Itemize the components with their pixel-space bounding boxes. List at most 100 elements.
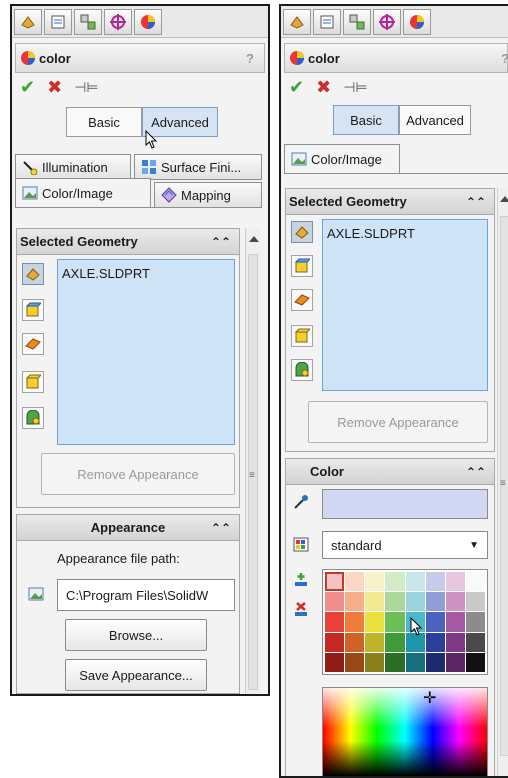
- scroll-up-arrow-icon[interactable]: [249, 236, 259, 242]
- color-swatch[interactable]: [365, 592, 385, 612]
- select-part-button[interactable]: [291, 221, 313, 243]
- color-swatch[interactable]: [445, 652, 465, 672]
- scroll-up-arrow-icon[interactable]: [500, 196, 508, 202]
- select-features-button[interactable]: [291, 359, 313, 381]
- vertical-scrollbar[interactable]: ≡: [245, 228, 261, 694]
- color-swatch[interactable]: [385, 612, 405, 632]
- color-swatch[interactable]: [345, 612, 365, 632]
- selected-geometry-header[interactable]: Selected Geometry ⌃⌃: [286, 189, 494, 215]
- color-swatch[interactable]: [425, 652, 445, 672]
- select-bodies-button[interactable]: [22, 371, 44, 393]
- dimxpert-manager-tab[interactable]: [104, 8, 132, 35]
- select-faces-button[interactable]: [22, 299, 44, 321]
- collapse-chevron-icon[interactable]: ⌃⌃: [466, 195, 486, 209]
- remove-swatch-icon[interactable]: [290, 599, 312, 621]
- list-item[interactable]: AXLE.SLDPRT: [327, 226, 415, 241]
- cancel-x-icon[interactable]: ✖: [47, 77, 62, 98]
- color-value-field[interactable]: [322, 489, 488, 519]
- collapse-chevron-icon[interactable]: ⌃⌃: [466, 465, 486, 479]
- color-swatch[interactable]: [405, 572, 425, 592]
- color-swatch[interactable]: [405, 652, 425, 672]
- tab-surface-finish[interactable]: Surface Fini...: [134, 154, 262, 180]
- remove-appearance-button[interactable]: Remove Appearance: [308, 401, 488, 443]
- help-button[interactable]: ?: [246, 51, 254, 66]
- add-swatch-icon[interactable]: [290, 569, 312, 591]
- color-swatch[interactable]: [325, 652, 345, 672]
- appearance-path-field[interactable]: C:\Program Files\SolidW: [57, 579, 235, 611]
- color-swatch[interactable]: [425, 572, 445, 592]
- collapse-chevron-icon[interactable]: ⌃⌃: [211, 521, 231, 535]
- color-swatch[interactable]: [445, 632, 465, 652]
- ok-check-icon[interactable]: ✔: [20, 77, 35, 98]
- color-swatch[interactable]: [385, 652, 405, 672]
- color-swatch[interactable]: [345, 652, 365, 672]
- save-appearance-button[interactable]: Save Appearance...: [65, 659, 207, 691]
- tab-color-image[interactable]: Color/Image: [284, 144, 400, 174]
- color-swatch[interactable]: [465, 592, 485, 612]
- color-swatch[interactable]: [365, 632, 385, 652]
- select-features-button[interactable]: [22, 407, 44, 429]
- color-swatch[interactable]: [465, 632, 485, 652]
- ok-check-icon[interactable]: ✔: [289, 77, 304, 98]
- color-header[interactable]: Color ⌃⌃: [286, 459, 494, 485]
- spectrum-crosshair-icon[interactable]: ✛: [423, 688, 436, 708]
- browse-button[interactable]: Browse...: [65, 619, 207, 651]
- color-swatch[interactable]: [325, 632, 345, 652]
- color-swatch[interactable]: [445, 612, 465, 632]
- basic-button[interactable]: Basic: [66, 107, 142, 137]
- select-surfaces-button[interactable]: [291, 289, 313, 311]
- color-swatch[interactable]: [385, 632, 405, 652]
- advanced-button[interactable]: Advanced: [399, 105, 471, 135]
- property-manager-tab[interactable]: [313, 8, 341, 35]
- display-manager-tab[interactable]: [134, 8, 162, 35]
- display-manager-tab[interactable]: [403, 8, 431, 35]
- configuration-manager-tab[interactable]: [343, 8, 371, 35]
- appearance-header[interactable]: Appearance ⌃⌃: [17, 515, 239, 541]
- tab-illumination[interactable]: Illumination: [15, 154, 131, 180]
- collapse-chevron-icon[interactable]: ⌃⌃: [211, 235, 231, 249]
- color-swatch[interactable]: [345, 592, 365, 612]
- vertical-scrollbar[interactable]: ≡: [497, 188, 508, 776]
- pushpin-icon[interactable]: ⊣⊨: [74, 79, 98, 96]
- pushpin-icon[interactable]: ⊣⊨: [343, 79, 367, 96]
- feature-manager-tab[interactable]: [283, 8, 311, 35]
- help-button[interactable]: ?: [501, 51, 508, 66]
- color-swatch[interactable]: [365, 572, 385, 592]
- feature-manager-tab[interactable]: [14, 8, 42, 35]
- select-surfaces-button[interactable]: [22, 333, 44, 355]
- color-swatch[interactable]: [345, 632, 365, 652]
- select-faces-button[interactable]: [291, 255, 313, 277]
- color-swatch[interactable]: [465, 572, 485, 592]
- color-swatch[interactable]: [385, 592, 405, 612]
- selected-geometry-header[interactable]: Selected Geometry ⌃⌃: [17, 229, 239, 255]
- color-swatch[interactable]: [445, 572, 465, 592]
- color-swatch[interactable]: [345, 572, 365, 592]
- color-swatch[interactable]: [405, 592, 425, 612]
- dimxpert-manager-tab[interactable]: [373, 8, 401, 35]
- configuration-manager-tab[interactable]: [74, 8, 102, 35]
- color-swatch[interactable]: [465, 612, 485, 632]
- color-swatch[interactable]: [325, 592, 345, 612]
- basic-button[interactable]: Basic: [333, 105, 399, 135]
- eyedropper-icon[interactable]: [290, 491, 312, 513]
- property-manager-tab[interactable]: [44, 8, 72, 35]
- selected-geometry-list[interactable]: AXLE.SLDPRT: [322, 219, 488, 391]
- tab-mapping[interactable]: Mapping: [154, 182, 262, 208]
- cancel-x-icon[interactable]: ✖: [316, 77, 331, 98]
- color-swatch[interactable]: [325, 572, 345, 592]
- tab-color-image[interactable]: Color/Image: [15, 178, 151, 208]
- selected-geometry-list[interactable]: AXLE.SLDPRT: [57, 259, 235, 445]
- color-swatch[interactable]: [365, 652, 385, 672]
- color-swatch[interactable]: [365, 612, 385, 632]
- select-bodies-button[interactable]: [291, 325, 313, 347]
- color-swatch[interactable]: [445, 592, 465, 612]
- remove-appearance-button[interactable]: Remove Appearance: [41, 453, 235, 495]
- color-swatch[interactable]: [465, 652, 485, 672]
- color-spectrum-picker[interactable]: ✛: [322, 687, 488, 776]
- color-swatch[interactable]: [425, 592, 445, 612]
- color-swatch[interactable]: [325, 612, 345, 632]
- color-swatch[interactable]: [425, 612, 445, 632]
- color-swatch-grid[interactable]: [322, 569, 488, 675]
- list-item[interactable]: AXLE.SLDPRT: [62, 266, 150, 281]
- palette-select[interactable]: standard ▼: [322, 531, 488, 559]
